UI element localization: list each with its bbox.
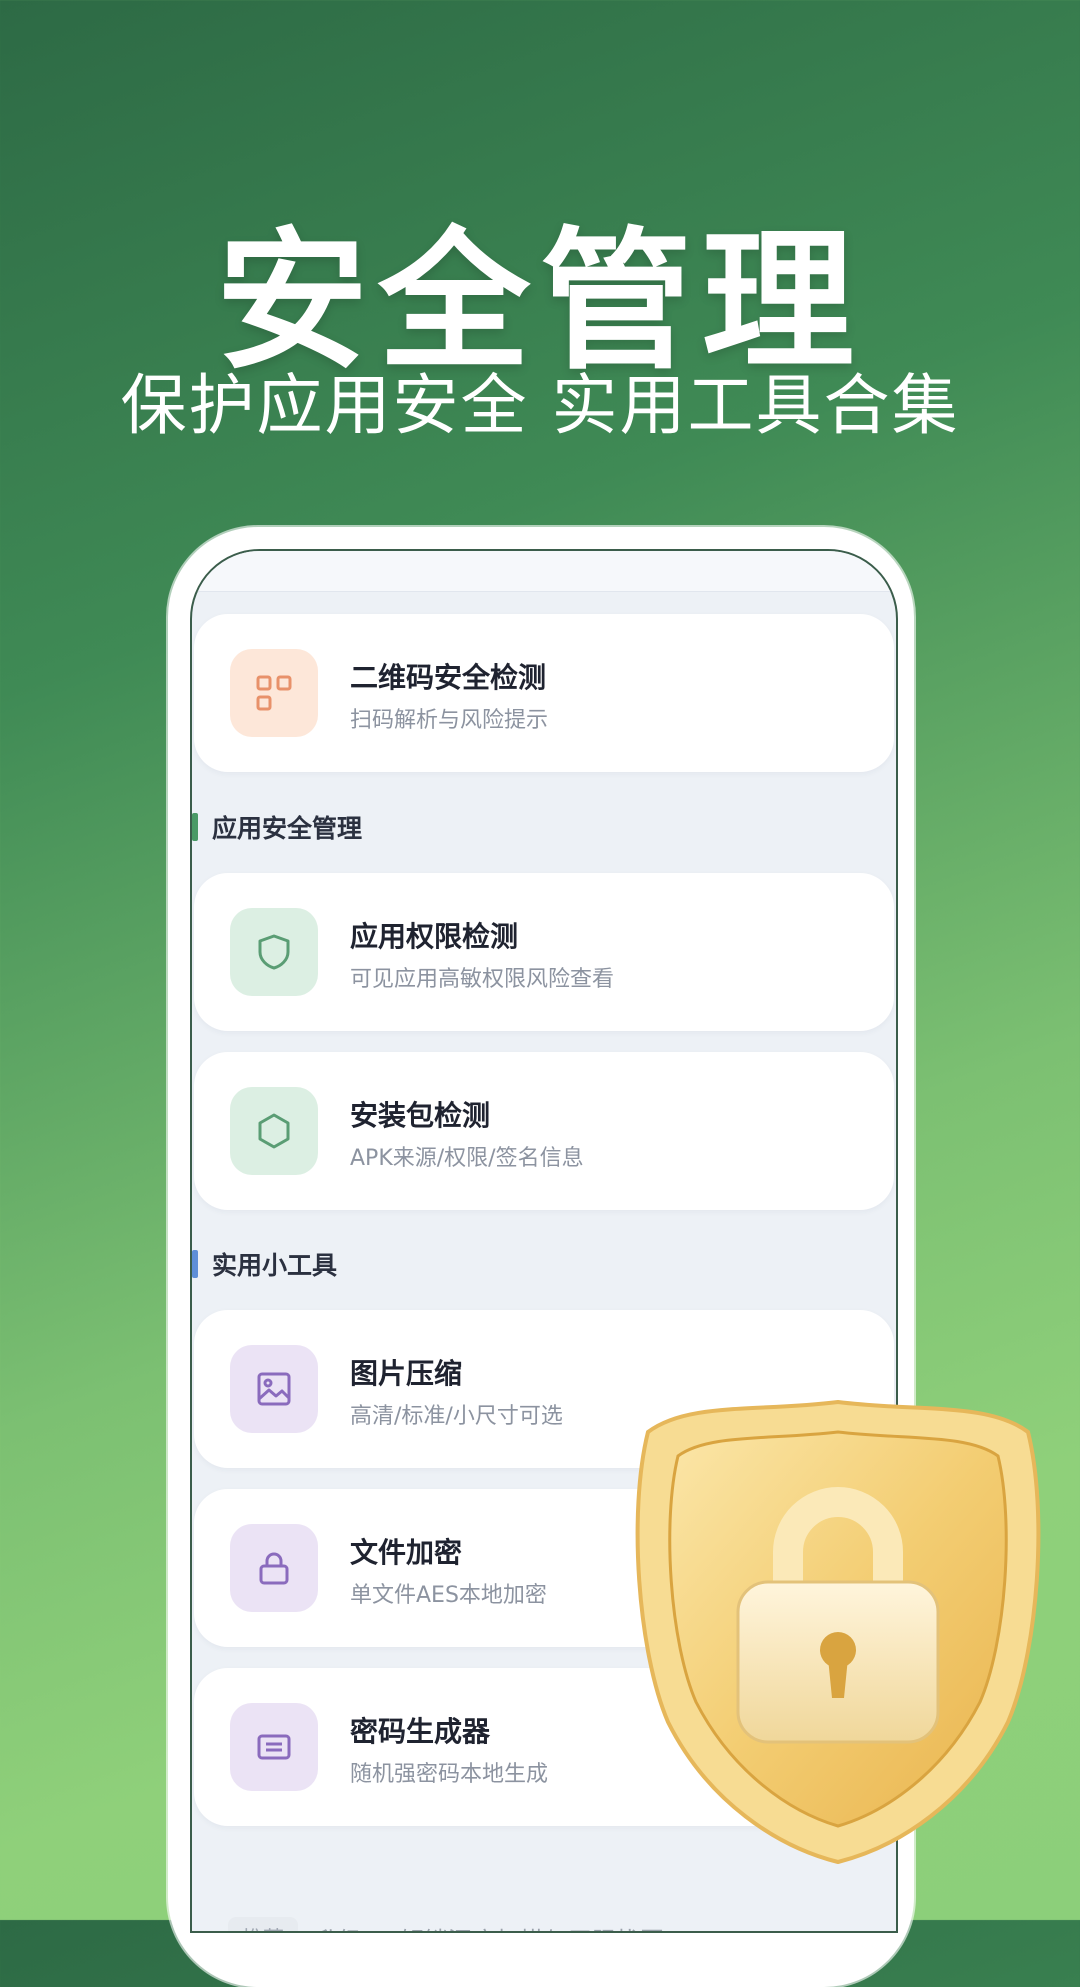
- headline-subtitle: 保护应用安全 实用工具合集: [120, 367, 960, 444]
- card-title: 图片压缩: [350, 1357, 463, 1390]
- section-app-security: 应用安全管理: [192, 812, 363, 843]
- lock-icon: [259, 1552, 289, 1585]
- password-icon: [257, 1734, 291, 1760]
- encrypt-tile: [230, 1524, 318, 1612]
- card-subtitle: APK来源/权限/签名信息: [350, 1146, 584, 1171]
- shield-icon: [258, 934, 290, 970]
- section-bar: [192, 813, 198, 841]
- hexagon-icon: [258, 1113, 290, 1149]
- apk-tile: [230, 1087, 318, 1175]
- promo-text: 升级VIP解锁深度扫描与无限找回: [314, 1921, 664, 1932]
- image-tile: [230, 1345, 318, 1433]
- section-utility-tools: 实用小工具: [192, 1249, 338, 1280]
- section-label: 实用小工具: [212, 1251, 338, 1280]
- section-label: 应用安全管理: [212, 814, 363, 843]
- qr-tile: [230, 649, 318, 737]
- card-title: 密码生成器: [350, 1715, 491, 1748]
- card-apk-check[interactable]: 安装包检测 APK来源/权限/签名信息: [194, 1052, 894, 1210]
- card-subtitle: 随机强密码本地生成: [350, 1762, 549, 1787]
- password-tile: [230, 1703, 318, 1791]
- card-qr-security-check[interactable]: 二维码安全检测 扫码解析与风险提示: [194, 614, 894, 772]
- card-subtitle: 单文件AES本地加密: [350, 1583, 547, 1608]
- top-strip: [192, 551, 896, 592]
- vip-promo-row[interactable]: 推荐 升级VIP解锁深度扫描与无限找回 ›: [228, 1915, 868, 1932]
- card-app-permission-check[interactable]: 应用权限检测 可见应用高敏权限风险查看: [194, 873, 894, 1031]
- card-title: 安装包检测: [350, 1099, 491, 1132]
- card-title: 应用权限检测: [350, 920, 519, 953]
- card-subtitle: 高清/标准/小尺寸可选: [350, 1404, 563, 1429]
- card-title: 二维码安全检测: [350, 661, 547, 694]
- card-subtitle: 可见应用高敏权限风险查看: [350, 967, 615, 992]
- card-title: 文件加密: [350, 1536, 463, 1569]
- permission-tile: [230, 908, 318, 996]
- image-icon: [257, 1372, 291, 1406]
- chevron-right-icon: ›: [858, 1924, 868, 1931]
- gold-shield-lock-illustration: [635, 1399, 1041, 1865]
- section-bar: [192, 1250, 198, 1278]
- promo-tag: 推荐: [228, 1917, 298, 1931]
- qr-code-icon: [256, 675, 292, 711]
- card-subtitle: 扫码解析与风险提示: [350, 708, 549, 733]
